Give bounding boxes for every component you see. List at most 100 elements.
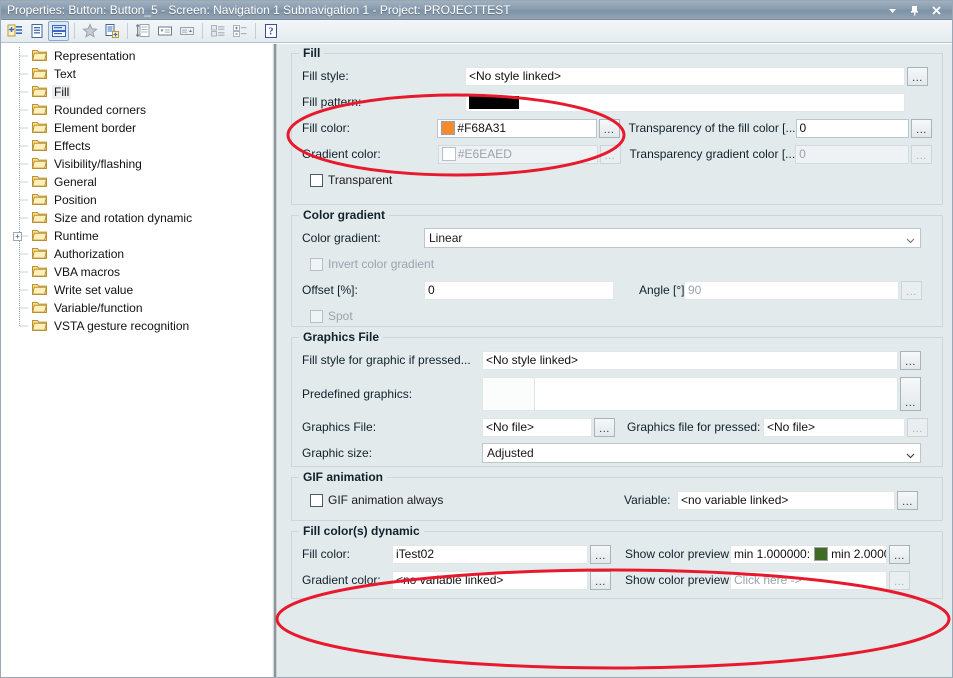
fill-color-browse-button[interactable]: ...: [598, 118, 620, 138]
color-gradient-select[interactable]: Linear: [424, 228, 921, 248]
property-category-tree[interactable]: Representation Text Fill Rounded corners Ele…: [2, 44, 272, 677]
gradient-color-row: Gradient color: #E6EAED ... Transparency…: [302, 143, 932, 165]
folder-icon: [32, 84, 48, 100]
fill-pattern-row: Fill pattern: ...: [302, 91, 932, 113]
predefined-graphics-preview: [483, 377, 535, 410]
tree-item-representation[interactable]: Representation: [2, 47, 272, 65]
fill-style-pressed-row: Fill style for graphic if pressed... <No…: [302, 349, 932, 371]
chevron-down-icon[interactable]: [906, 234, 915, 244]
properties-content: Fill Fill style: <No style linked> ... F…: [278, 44, 952, 677]
graphics-file-pressed-field[interactable]: <No file>: [763, 417, 905, 437]
gradient-color-field[interactable]: #E6EAED: [437, 144, 598, 164]
tree-item-variable-function[interactable]: Variable/function: [2, 299, 272, 317]
chevron-down-icon[interactable]: [906, 449, 915, 459]
angle-browse-button[interactable]: ...: [901, 280, 922, 300]
toolbar-separator: [74, 23, 75, 39]
tree-item-vba-macros[interactable]: VBA macros: [2, 263, 272, 281]
toolbar-separator: [202, 23, 203, 39]
angle-field[interactable]: 90: [684, 280, 899, 300]
tree-guide: [18, 299, 28, 317]
fill-preview-swatch: [814, 547, 829, 561]
tree-item-authorization[interactable]: Authorization: [2, 245, 272, 263]
fill-pattern-field[interactable]: [465, 92, 905, 112]
fill-color-row: Fill color: #F68A31 ... Transparency of …: [302, 117, 933, 139]
dynamic-gradient-color-browse-button[interactable]: ...: [590, 570, 611, 590]
tree-item-write-set-value[interactable]: Write set value: [2, 281, 272, 299]
color-gradient-value: Linear: [429, 231, 463, 245]
gradient-preview-field[interactable]: Click here ->: [730, 570, 887, 590]
expand-combo-button[interactable]: [154, 21, 175, 41]
graphic-size-select[interactable]: Adjusted: [482, 443, 921, 463]
fill-style-field[interactable]: <No style linked>: [465, 66, 905, 86]
transparency-gradient-browse-button[interactable]: ...: [911, 144, 932, 164]
window-title: Properties: Button: Button_5 - Screen: N…: [7, 3, 511, 17]
property-list-button[interactable]: [101, 21, 122, 41]
tree-item-rounded-corners[interactable]: Rounded corners: [2, 101, 272, 119]
gif-variable-browse-button[interactable]: ...: [897, 490, 918, 510]
folder-icon: [32, 66, 48, 82]
svg-text:?: ?: [268, 27, 273, 38]
toolbar-separator: [127, 23, 128, 39]
expand-collapse-all-button[interactable]: [229, 21, 250, 41]
offset-field[interactable]: 0: [424, 280, 614, 300]
invert-gradient-checkbox[interactable]: [310, 257, 323, 271]
dropdown-menu-icon[interactable]: [886, 4, 899, 17]
tree-item-runtime[interactable]: + Runtime: [2, 227, 272, 245]
gradient-color-swatch: [441, 147, 456, 161]
fill-preview-field[interactable]: min 1.000000: min 2.00000: [730, 544, 887, 564]
gif-variable-field[interactable]: <no variable linked>: [677, 490, 895, 510]
graphics-file-pressed-browse-button[interactable]: ...: [907, 417, 928, 437]
predefined-graphics-browse-button[interactable]: ...: [900, 376, 921, 411]
spot-checkbox[interactable]: [310, 309, 323, 323]
dynamic-fill-color-browse-button[interactable]: ...: [590, 544, 611, 564]
tree-item-general[interactable]: General: [2, 173, 272, 191]
graphics-file-browse-button[interactable]: ...: [594, 417, 615, 437]
predefined-graphics-field[interactable]: [482, 376, 898, 411]
collapse-combo-button[interactable]: [176, 21, 197, 41]
transparency-fill-browse-button[interactable]: ...: [911, 118, 933, 138]
gif-animation-group: GIF animation GIF animation always Varia…: [291, 470, 943, 521]
graphics-file-field[interactable]: <No file>: [482, 417, 592, 437]
fill-style-pressed-field[interactable]: <No style linked>: [482, 350, 898, 370]
transparent-checkbox[interactable]: [310, 173, 323, 187]
tree-item-text[interactable]: Text: [2, 65, 272, 83]
dynamic-fill-color-field[interactable]: iTest02: [392, 544, 588, 564]
favorites-button[interactable]: [79, 21, 100, 41]
fill-color-field[interactable]: #F68A31: [437, 118, 597, 138]
tree-item-label: VBA macros: [54, 265, 121, 279]
fill-style-label: Fill style:: [302, 69, 349, 83]
tree-item-size-and-rotation-dynamic[interactable]: Size and rotation dynamic: [2, 209, 272, 227]
fill-preview-label: Show color preview:: [625, 547, 733, 561]
list-details-button[interactable]: [207, 21, 228, 41]
fill-style-pressed-browse-button[interactable]: ...: [900, 350, 921, 370]
color-gradient-label: Color gradient:: [302, 231, 381, 245]
gif-animation-group-title: GIF animation: [299, 470, 388, 484]
tree-item-effects[interactable]: Effects: [2, 137, 272, 155]
fill-style-browse-button[interactable]: ...: [907, 66, 928, 86]
sort-button[interactable]: [132, 21, 153, 41]
alphabetical-view-button[interactable]: [26, 21, 47, 41]
tree-item-vsta-gesture-recognition[interactable]: VSTA gesture recognition: [2, 317, 272, 335]
graphic-size-label: Graphic size:: [302, 446, 373, 460]
categorized-view-button[interactable]: [4, 21, 25, 41]
transparency-gradient-field[interactable]: 0: [795, 144, 909, 164]
transparency-fill-field[interactable]: 0: [795, 118, 910, 138]
fill-preview-browse-button[interactable]: ...: [889, 544, 910, 564]
pin-window-icon[interactable]: [908, 4, 921, 17]
tree-guide: [18, 83, 28, 101]
tree-expander-icon[interactable]: +: [13, 232, 22, 241]
tree-item-position[interactable]: Position: [2, 191, 272, 209]
dynamic-gradient-color-field[interactable]: <no variable linked>: [392, 570, 588, 590]
tree-item-label: Position: [54, 193, 97, 207]
tree-item-fill[interactable]: Fill: [2, 83, 272, 101]
close-window-icon[interactable]: [930, 4, 943, 17]
tree-item-label: Fill: [52, 85, 72, 99]
gif-animation-always-checkbox[interactable]: [310, 493, 323, 507]
gradient-preview-browse-button[interactable]: ...: [889, 570, 910, 590]
tree-item-element-border[interactable]: Element border: [2, 119, 272, 137]
gradient-color-browse-button[interactable]: ...: [599, 144, 621, 164]
tree-item-label: Variable/function: [54, 301, 143, 315]
grouped-view-button[interactable]: [48, 21, 69, 41]
tree-item-visibility-flashing[interactable]: Visibility/flashing: [2, 155, 272, 173]
help-button[interactable]: ?: [260, 21, 281, 41]
